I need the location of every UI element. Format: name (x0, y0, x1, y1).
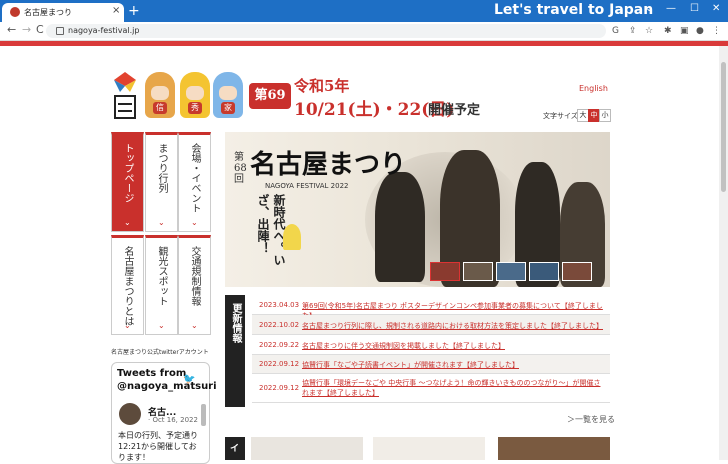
nav-venue-events[interactable]: 会場・イベント ⌄ (178, 132, 211, 232)
mascot-badge: 秀 (188, 102, 202, 114)
back-icon[interactable]: ← (7, 23, 16, 36)
fan-icon (283, 224, 301, 250)
address-bar[interactable]: nagoya-festival.jp (46, 24, 606, 38)
tweet-date[interactable]: · Oct 16, 2022 (148, 416, 198, 424)
mascot-badge: 信 (153, 102, 167, 114)
share-icon[interactable]: ⇪ (629, 26, 637, 36)
profile-icon[interactable]: ● (696, 26, 704, 36)
news-more-link[interactable]: ＞一覧を見る (567, 414, 615, 425)
nav-procession[interactable]: まつり行列 ⌄ (145, 132, 178, 232)
minimize-icon[interactable]: — (666, 3, 676, 14)
scrollbar-thumb[interactable] (721, 62, 726, 192)
nav-label: 観光スポット (156, 246, 167, 306)
festival-plan-suffix: 開催予定 (428, 103, 481, 118)
event-image[interactable] (251, 437, 363, 460)
chevron-down-icon: ⌄ (124, 218, 131, 227)
news-link[interactable]: 協賛行事「環境デーなごや 中央行事 〜つなげよう！命の輝きいきもののつながり〜」… (302, 378, 607, 398)
mascot-ieyasu: 家 (213, 72, 243, 118)
slide-thumbnail[interactable] (496, 262, 526, 281)
mascot-badge: 家 (221, 102, 235, 114)
nav-traffic[interactable]: 交通規制情報 ⌄ (178, 235, 211, 335)
news-item: 2023.04.03 第69回(令和5年)名古屋まつり ポスターデザインコンペ参… (252, 297, 610, 320)
news-link[interactable]: 名古屋まつりに伴う交通規制図を掲載しました【終了しました】 (302, 341, 607, 351)
window-title: Let's travel to Japan (494, 2, 654, 18)
news-link[interactable]: 協賛行事「なごや子読書イベント」が開催されます【終了しました】 (302, 360, 607, 370)
nav-top-page[interactable]: トップページ ⌄ (111, 132, 144, 232)
slide-thumbnail[interactable] (430, 262, 460, 281)
chevron-down-icon: ⌄ (158, 321, 165, 330)
font-size-label: 文字サイズ (543, 112, 578, 120)
warrior-figure (375, 172, 425, 282)
extensions-icon[interactable]: ✱ (664, 26, 672, 36)
twitter-bird-icon[interactable]: 🐦 (183, 374, 195, 385)
hero-subtitle: NAGOYA FESTIVAL 2022 (265, 182, 349, 190)
browser-tab[interactable]: 名古屋まつり × (2, 3, 124, 22)
hero-banner[interactable]: 第68回 名古屋まつり NAGOYA FESTIVAL 2022 新時代へ。いざ… (225, 132, 610, 287)
event-section-label: イ (225, 437, 245, 460)
tab-close-icon[interactable]: × (112, 5, 120, 16)
url-text: nagoya-festival.jp (68, 26, 140, 35)
news-item: 2022.09.22 名古屋まつりに伴う交通規制図を掲載しました【終了しました】 (252, 336, 610, 355)
news-item: 2022.10.02 名古屋まつり行列に際し、規制される道路内における取材方法を… (252, 315, 610, 335)
tweet-text: 本日の行列、予定通り12:21から開催しております！ (118, 431, 198, 462)
news-section-label: 更新情報 (225, 295, 245, 407)
era-year: 令和5年 (294, 77, 350, 95)
news-link[interactable]: 名古屋まつり行列に際し、規制される道路内における取材方法を策定しました【終了しま… (302, 321, 607, 331)
close-window-icon[interactable]: ✕ (712, 3, 720, 14)
edition-badge: 第69回 (249, 83, 291, 129)
new-tab-button[interactable]: + (128, 3, 140, 19)
news-date: 2022.09.12 (259, 360, 300, 368)
news-date: 2022.10.02 (259, 321, 300, 329)
reload-icon[interactable]: C (36, 23, 44, 36)
avatar[interactable] (119, 403, 141, 425)
news-date: 2023.04.03 (259, 301, 300, 309)
tab-search-icon[interactable]: ⌄ (645, 3, 653, 14)
event-image[interactable] (373, 437, 485, 460)
side-panel-icon[interactable]: ▣ (680, 26, 689, 36)
english-link[interactable]: English (579, 84, 608, 93)
nav-label: 名古屋まつりとは (122, 246, 133, 326)
mascot-nobunaga: 信 (145, 72, 175, 118)
bookmark-star-icon[interactable]: ☆ (645, 26, 653, 36)
site-top-bar (0, 41, 728, 46)
news-date: 2022.09.12 (259, 384, 300, 392)
hero-edition: 第68回 (234, 152, 247, 185)
news-date: 2022.09.22 (259, 341, 300, 349)
chevron-down-icon: ⌄ (158, 218, 165, 227)
chevron-down-icon: ⌄ (124, 321, 131, 330)
forward-icon[interactable]: → (22, 23, 31, 36)
slide-thumbnail[interactable] (562, 262, 592, 281)
site-favicon-icon (10, 7, 20, 17)
slide-thumbnail[interactable] (463, 262, 493, 281)
news-label: 更新情報 (230, 303, 241, 343)
event-label: イ (230, 444, 240, 454)
hero-title: 名古屋まつり (250, 150, 407, 180)
twitter-section-label: 名古屋まつり公式twitterアカウント (111, 349, 209, 356)
news-item: 2022.09.12 協賛行事「環境デーなごや 中央行事 〜つなげよう！命の輝き… (252, 374, 610, 403)
chevron-down-icon: ⌄ (191, 218, 198, 227)
menu-icon[interactable]: ⋮ (712, 26, 721, 36)
nav-sightseeing[interactable]: 観光スポット ⌄ (145, 235, 178, 335)
nav-label: まつり行列 (156, 143, 167, 193)
chevron-down-icon: ⌄ (191, 321, 198, 330)
event-image[interactable] (498, 437, 610, 460)
nav-label: 会場・イベント (189, 143, 200, 213)
font-size-small-button[interactable]: 小 (599, 109, 611, 122)
tab-title: 名古屋まつり (24, 8, 72, 17)
lock-icon (56, 27, 64, 35)
nav-about[interactable]: 名古屋まつりとは ⌄ (111, 235, 144, 335)
slide-thumbnail[interactable] (529, 262, 559, 281)
nav-label: トップページ (122, 143, 133, 203)
maximize-icon[interactable]: ☐ (690, 3, 699, 14)
mascot-hideyoshi: 秀 (180, 72, 210, 118)
news-item: 2022.09.12 協賛行事「なごや子読書イベント」が開催されます【終了しまし… (252, 355, 610, 374)
twitter-scrollbar[interactable] (201, 404, 206, 426)
nav-label: 交通規制情報 (189, 246, 200, 306)
google-icon[interactable]: G (612, 26, 619, 36)
festival-logo[interactable] (112, 72, 138, 120)
